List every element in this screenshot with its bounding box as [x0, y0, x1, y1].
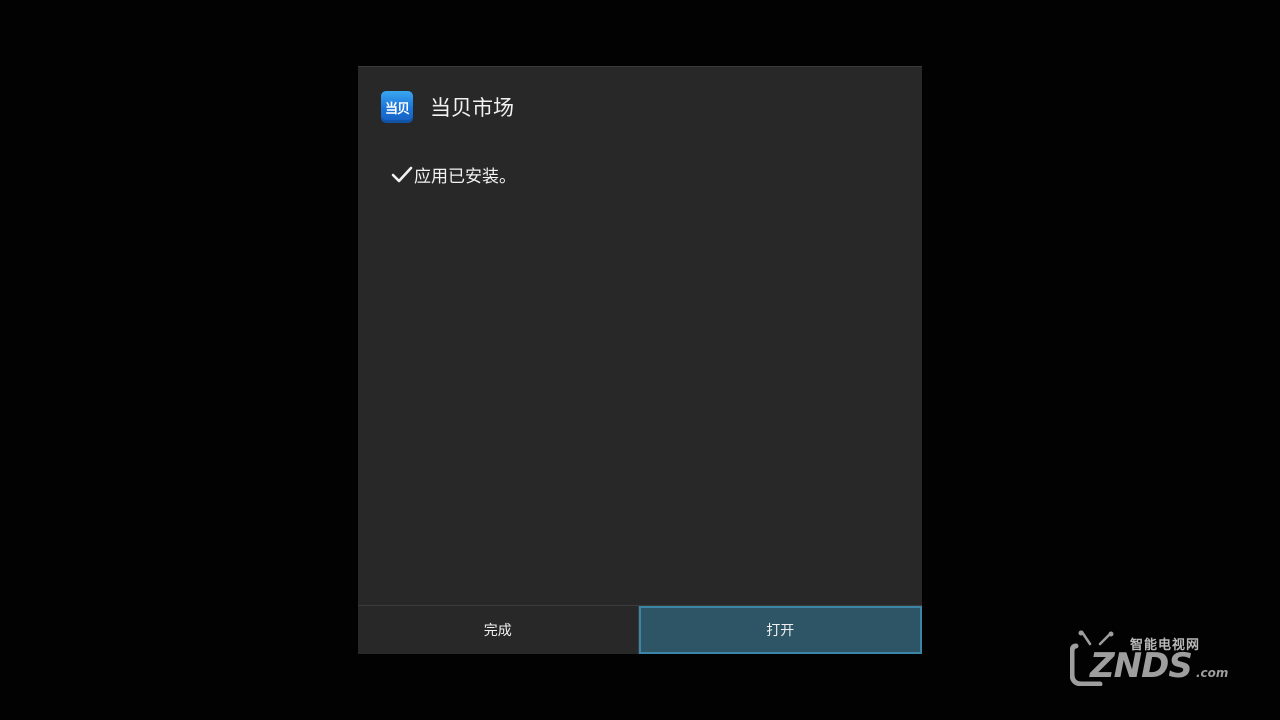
open-button[interactable]: 打开: [638, 606, 922, 654]
app-icon: 当贝: [381, 91, 413, 123]
dialog-header: 当贝 当贝市场: [381, 90, 514, 124]
install-dialog: 当贝 当贝市场 应用已安装。 完成 打开: [358, 66, 922, 654]
watermark-brand: ZNDS: [1090, 646, 1193, 686]
checkmark-icon: [391, 166, 413, 182]
install-status-message: 应用已安装。: [391, 162, 516, 187]
done-button[interactable]: 完成: [358, 606, 639, 654]
install-status-text: 应用已安装。: [414, 167, 516, 187]
znds-watermark: 智能电视网 ZNDS .com: [1068, 618, 1238, 690]
dialog-button-bar: 完成 打开: [358, 605, 922, 654]
watermark-suffix: .com: [1196, 666, 1229, 680]
app-title: 当贝市场: [430, 96, 514, 120]
